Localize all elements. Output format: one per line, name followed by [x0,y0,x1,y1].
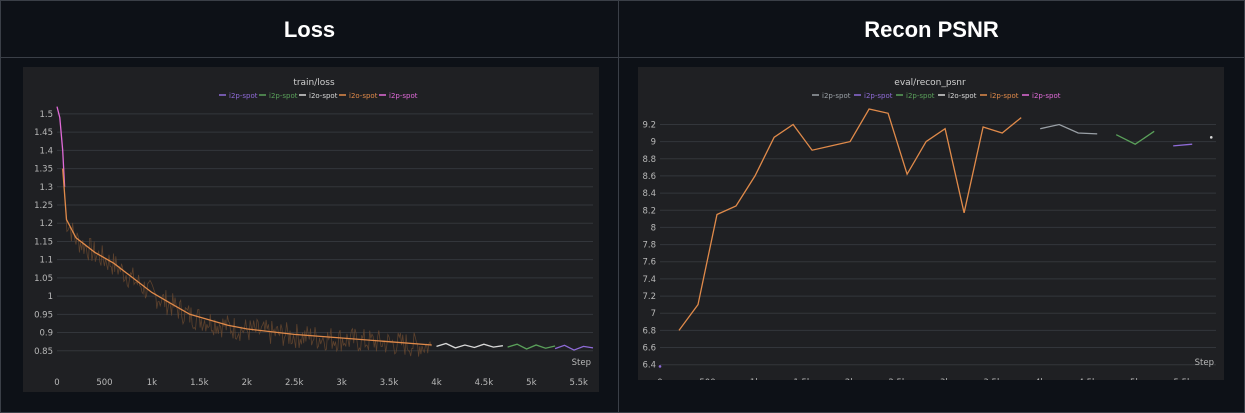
loss-chart: train/loss i2p-spot i2p-spot i2o-spot i2o-sp… [34,78,594,388]
x-tick-label: 4.5k [475,378,494,388]
y-tick-label: 7.8 [642,241,656,251]
x-tick-label: 500 [699,378,715,380]
legend-entry: i2p-spot [269,92,298,100]
x-tick-label: 2.5k [888,378,907,380]
x-tick-label: 3.5k [983,378,1002,380]
column-divider [618,1,619,412]
y-tick-label: 1.15 [34,237,53,247]
y-tick-label: 0.95 [34,310,53,320]
y-tick-label: 7 [651,309,656,319]
x-tick-label: 500 [96,378,112,388]
dashboard: Loss Recon PSNR train/loss i2p-spot i2p-sp… [0,0,1245,413]
legend-entry: i2p-spot [990,92,1019,100]
x-tick-label: 2k [242,378,252,388]
series-line [1040,123,1098,135]
loss-header: Loss [283,17,336,42]
loss-chart-panel[interactable]: train/loss i2p-spot i2p-spot i2o-spot i2o-sp… [23,67,599,392]
x-tick-label: 1.5k [793,378,812,380]
y-tick-label: 9.2 [642,120,656,130]
x-tick-label: 4.5k [1078,378,1097,380]
y-tick-label: 7.2 [642,292,656,302]
y-tick-label: 0.85 [34,347,53,357]
legend-entry: i2p-spot [906,92,935,100]
y-tick-label: 1.2 [39,219,53,229]
legend-entry: i2o-spot [309,92,338,100]
y-tick-label: 8 [651,223,656,233]
series-point [658,365,662,368]
y-tick-label: 6.6 [642,344,656,354]
psnr-chart: eval/recon_psnri2p-spot i2p-spot i2p-spot i… [642,78,1216,388]
x-tick-label: 5.5k [570,378,589,388]
x-tick-label: 1k [147,378,157,388]
series-line [507,343,556,350]
y-tick-label: 1.45 [34,128,53,138]
x-axis-label: Step [572,358,591,368]
y-tick-label: 1.3 [39,183,53,193]
y-tick-label: 0.9 [39,329,53,339]
x-tick-label: 1k [750,378,760,380]
series-line [436,342,503,349]
y-tick-label: 1 [48,292,53,302]
y-tick-label: 7.6 [642,258,656,268]
psnr-header: Recon PSNR [864,17,999,42]
x-tick-label: 5k [526,378,536,388]
series-line [678,108,1022,331]
chart-title: eval/recon_psnr [894,78,966,88]
x-tick-label: 3k [336,378,346,388]
y-tick-label: 1.25 [34,201,53,211]
series-line [62,168,432,346]
legend-entry: i2o-spot [349,92,378,100]
x-axis-label: Step [1195,358,1214,368]
x-tick-label: 2.5k [285,378,304,388]
x-tick-label: 2k [845,378,855,380]
x-tick-label: 3.5k [380,378,399,388]
y-tick-label: 8.8 [642,155,656,165]
y-tick-label: 9 [651,138,656,148]
y-tick-label: 7.4 [642,275,656,285]
y-tick-label: 8.2 [642,206,656,216]
legend-entry: i2p-spot [864,92,893,100]
y-tick-label: 1.05 [34,274,53,284]
series-point [1209,136,1213,139]
x-tick-label: 4k [1035,378,1045,380]
y-tick-label: 8.6 [642,172,656,182]
y-tick-label: 8.4 [642,189,656,199]
x-tick-label: 5k [1130,378,1140,380]
series-line [1115,130,1155,145]
series-line [1173,143,1193,147]
x-tick-label: 5.5k [1174,378,1193,380]
x-tick-label: 4k [431,378,441,388]
legend-entry: i2o-spot [948,92,977,100]
x-tick-label: 0 [54,378,59,388]
legend-entry: i2p-spot [822,92,851,100]
x-tick-label: 0 [657,378,662,380]
y-tick-label: 1.5 [39,110,53,120]
x-tick-label: 1.5k [190,378,209,388]
y-tick-label: 1.4 [39,146,53,156]
series-line [554,344,594,351]
legend-entry: i2p-spot [229,92,258,100]
y-tick-label: 6.4 [642,361,656,371]
x-tick-label: 3k [940,378,950,380]
psnr-chart-panel[interactable]: eval/recon_psnr i2p-spot i2p-spot i2p-spot i… [638,67,1224,388]
legend-entry: i2p-spot [389,92,418,100]
header-row: Loss Recon PSNR [1,1,1244,58]
y-tick-label: 1.1 [39,256,53,266]
chart-title: train/loss [293,78,335,88]
y-tick-label: 1.35 [34,165,53,175]
legend-entry: i2p-spot [1032,92,1061,100]
y-tick-label: 6.8 [642,326,656,336]
